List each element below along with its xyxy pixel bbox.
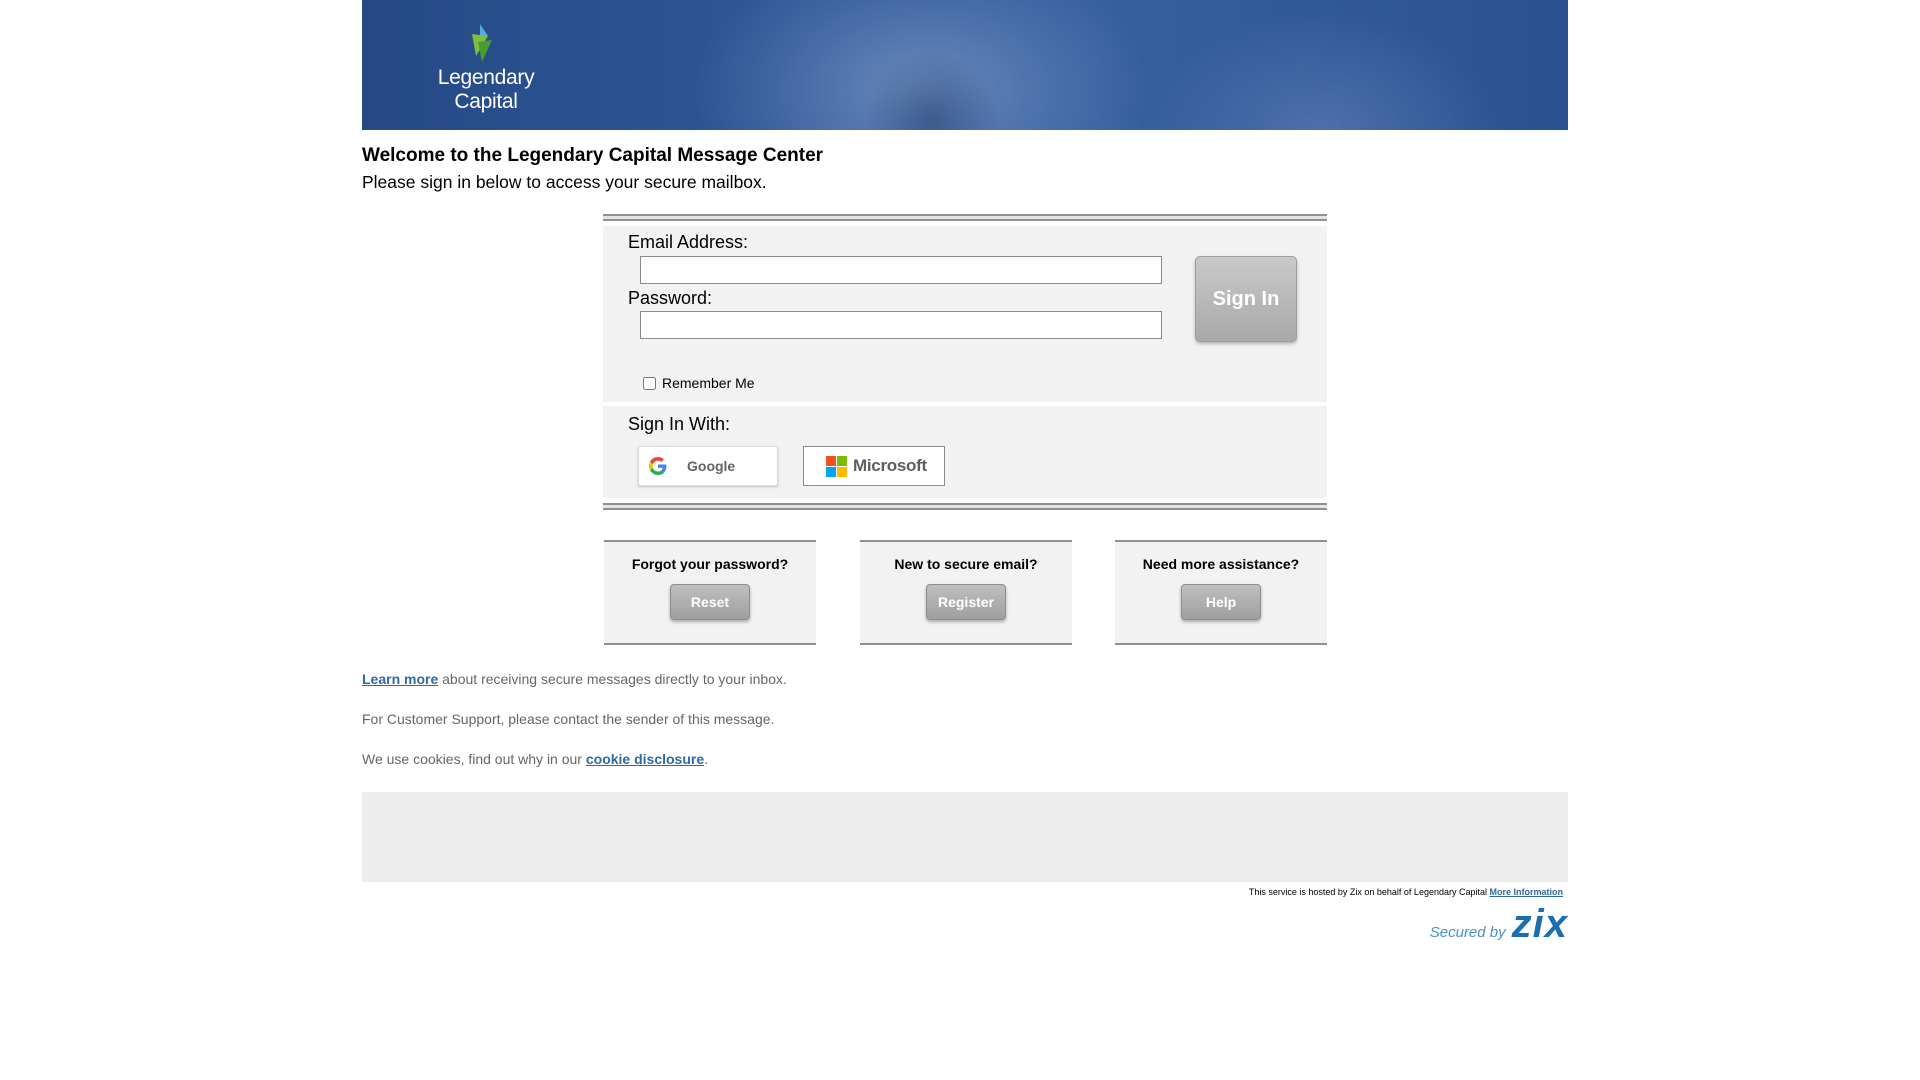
microsoft-sign-in-button[interactable]: Microsoft <box>803 446 945 486</box>
learn-more-text: about receiving secure messages directly… <box>438 671 787 687</box>
password-input[interactable] <box>640 311 1162 339</box>
google-sign-in-button[interactable]: Google <box>638 446 778 486</box>
hosted-notice: This service is hosted by Zix on behalf … <box>1249 887 1563 897</box>
remember-me[interactable]: Remember Me <box>643 375 755 391</box>
cookie-suffix: . <box>704 751 709 767</box>
microsoft-logo-icon <box>826 455 847 477</box>
cookie-disclosure-link[interactable]: cookie disclosure <box>586 751 704 767</box>
more-information-link[interactable]: More Information <box>1490 887 1564 897</box>
hosted-text: This service is hosted by Zix on behalf … <box>1248 887 1490 897</box>
reset-button[interactable]: Reset <box>670 584 750 620</box>
page-subtitle: Please sign in below to access your secu… <box>362 172 767 192</box>
company-logo: Legendary Capital <box>406 22 566 113</box>
header-banner: Legendary Capital <box>362 0 1568 130</box>
assistance-box: Need more assistance? Help <box>1115 540 1327 645</box>
cookie-prefix: We use cookies, find out why in our <box>362 751 586 767</box>
learn-more-link[interactable]: Learn more <box>362 671 438 687</box>
forgot-password-question: Forgot your password? <box>631 556 789 572</box>
cookie-line: We use cookies, find out why in our cook… <box>362 751 708 767</box>
new-user-question: New to secure email? <box>894 556 1038 572</box>
learn-more-line: Learn more about receiving secure messag… <box>362 671 787 687</box>
zix-logo-text: zix <box>1511 902 1568 946</box>
microsoft-label: Microsoft <box>853 456 927 475</box>
remember-me-label: Remember Me <box>662 375 755 391</box>
register-button[interactable]: Register <box>926 584 1006 620</box>
sign-in-button[interactable]: Sign In <box>1195 256 1297 342</box>
panel-bottom-rule <box>603 503 1327 510</box>
support-text: For Customer Support, please contact the… <box>362 711 775 727</box>
new-user-box: New to secure email? Register <box>860 540 1072 645</box>
page-container: Legendary Capital Welcome to the Legenda… <box>362 0 1568 192</box>
remember-me-checkbox[interactable] <box>643 376 656 390</box>
assistance-question: Need more assistance? <box>1142 556 1300 572</box>
secured-by-text: Secured by <box>1429 924 1506 941</box>
sign-in-with-label: Sign In With: <box>628 414 731 434</box>
footer-band <box>362 792 1568 882</box>
legendary-capital-mark-icon <box>472 24 492 62</box>
panel-top-rule <box>603 214 1327 221</box>
password-label: Password: <box>628 288 713 308</box>
help-button[interactable]: Help <box>1181 584 1261 620</box>
page-title: Welcome to the Legendary Capital Message… <box>362 145 824 166</box>
forgot-password-box: Forgot your password? Reset <box>604 540 816 645</box>
logo-text: Legendary Capital <box>437 66 535 113</box>
email-label: Email Address: <box>628 232 749 252</box>
google-label: Google <box>687 458 736 474</box>
secured-by-zix-logo: Secured by zix <box>1430 902 1568 944</box>
google-g-icon <box>649 457 667 475</box>
email-input[interactable] <box>640 256 1162 284</box>
